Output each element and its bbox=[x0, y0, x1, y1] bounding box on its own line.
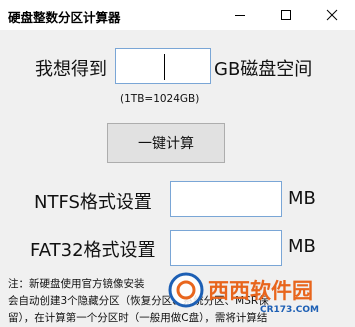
fat32-label: FAT32格式设置 bbox=[30, 240, 156, 261]
text-caret bbox=[164, 54, 165, 80]
want-label: 我想得到 bbox=[35, 59, 107, 80]
note-text: 注：新硬盘使用官方镜像安装 会自动创建3个隐藏分区（恢复分区、系统分区、MSR保… bbox=[8, 276, 338, 327]
tb-hint: (1TB=1024GB) bbox=[120, 93, 200, 105]
note-line-1: 注：新硬盘使用官方镜像安装 bbox=[8, 278, 145, 290]
ntfs-label: NTFS格式设置 bbox=[34, 192, 152, 213]
ntfs-unit: MB bbox=[288, 188, 316, 209]
minimize-button[interactable] bbox=[217, 0, 263, 30]
minimize-icon bbox=[235, 15, 245, 16]
ntfs-input[interactable] bbox=[170, 181, 282, 217]
calculate-button[interactable]: 一键计算 bbox=[107, 123, 225, 163]
note-line-3: 留），在计算第一个分区时（一般用做C盘），需将计算结 bbox=[8, 312, 268, 324]
note-line-2: 会自动创建3个隐藏分区（恢复分区、系统分区、MSR保 bbox=[8, 295, 269, 307]
maximize-icon bbox=[281, 10, 291, 20]
gb-suffix-label: GB磁盘空间 bbox=[214, 59, 313, 80]
fat32-input[interactable] bbox=[170, 230, 282, 266]
close-icon bbox=[326, 9, 338, 21]
gb-input[interactable] bbox=[115, 48, 211, 84]
window-title: 硬盘整数分区计算器 bbox=[8, 10, 121, 25]
app-window: 硬盘整数分区计算器 我想得到 GB磁盘空间 (1TB=1024GB) 一键计算 … bbox=[0, 0, 355, 324]
close-button[interactable] bbox=[309, 0, 355, 30]
fat32-unit: MB bbox=[288, 236, 316, 257]
maximize-button[interactable] bbox=[263, 0, 309, 30]
title-bar[interactable]: 硬盘整数分区计算器 bbox=[0, 0, 355, 30]
